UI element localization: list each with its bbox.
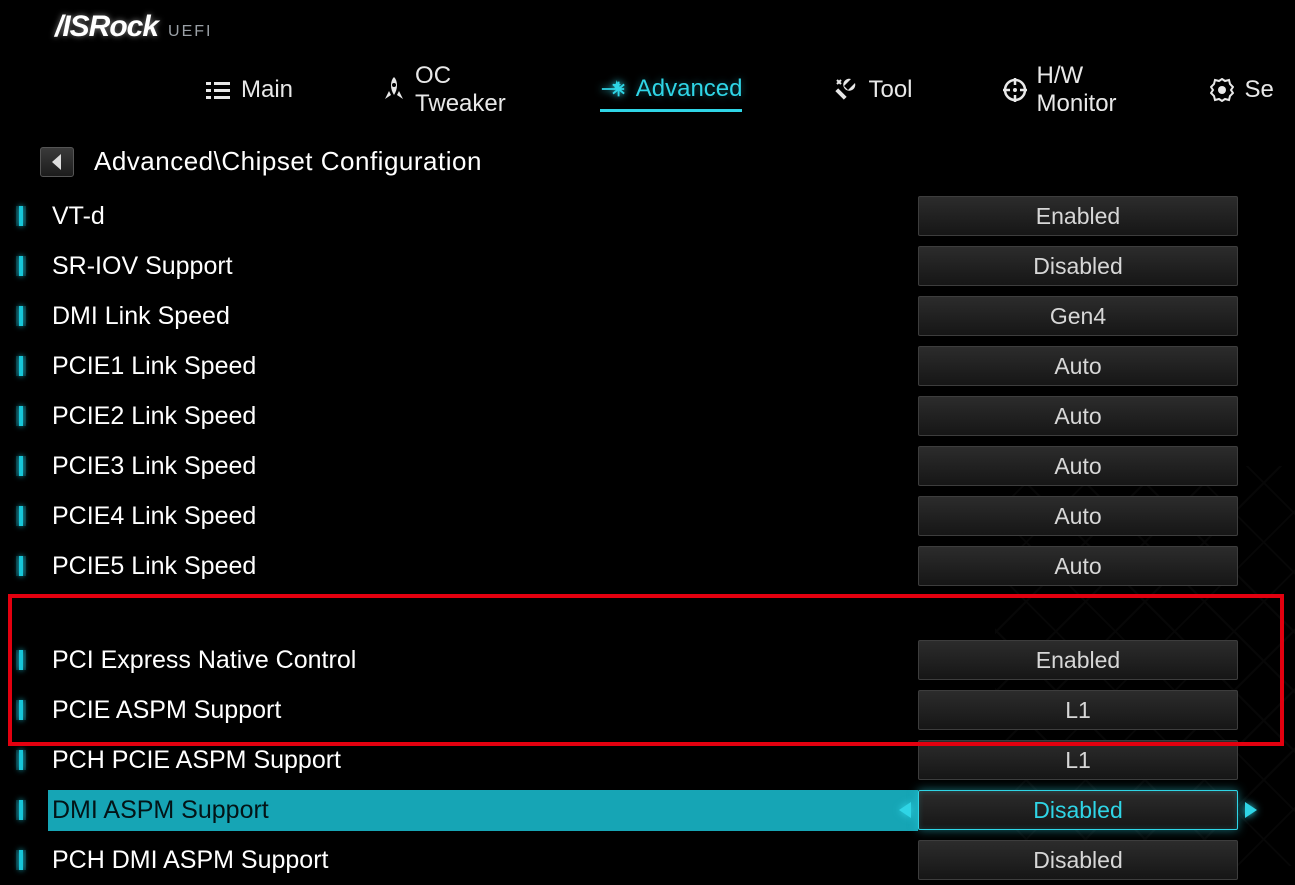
tab-label: Se (1245, 76, 1274, 104)
setting-value-selector[interactable]: Auto (918, 496, 1238, 536)
row-marker-icon (16, 556, 26, 576)
row-marker-icon (16, 650, 26, 670)
setting-row: PCIE2 Link Speed Auto (10, 391, 1295, 441)
setting-label[interactable]: PCIE3 Link Speed (48, 446, 918, 487)
setting-label[interactable]: PCIE ASPM Support (48, 690, 918, 731)
row-marker-icon (16, 206, 26, 226)
row-marker-icon (16, 506, 26, 526)
settings-group-1: VT-d Enabled SR-IOV Support Disabled DMI… (0, 189, 1295, 591)
row-marker-icon (16, 850, 26, 870)
setting-value-selector[interactable]: L1 (918, 690, 1238, 730)
tab-bar: MainOC TweakerAdvancedToolH/W MonitorSe (55, 44, 1255, 124)
setting-row: DMI ASPM Support Disabled (10, 785, 1295, 835)
breadcrumb-text: Advanced\Chipset Configuration (94, 146, 482, 177)
rocket-icon (383, 77, 405, 103)
tab-tool[interactable]: Tool (832, 76, 912, 110)
setting-value-selector[interactable]: Disabled (918, 840, 1238, 880)
brand-subtitle: UEFI (168, 23, 212, 41)
back-button[interactable] (40, 147, 74, 177)
setting-label[interactable]: PCIE5 Link Speed (48, 546, 918, 587)
setting-label[interactable]: SR-IOV Support (48, 246, 918, 287)
setting-value-selector[interactable]: L1 (918, 740, 1238, 780)
list-icon (205, 77, 231, 103)
brand-logo: /ISRock (55, 10, 158, 44)
tab-main[interactable]: Main (205, 76, 293, 110)
setting-row: PCIE ASPM Support L1 (10, 685, 1295, 735)
setting-row: PCIE5 Link Speed Auto (10, 541, 1295, 591)
row-marker-icon (16, 356, 26, 376)
setting-row: SR-IOV Support Disabled (10, 241, 1295, 291)
settings-group-2: PCI Express Native Control Enabled PCIE … (0, 633, 1295, 885)
setting-label[interactable]: VT-d (48, 196, 918, 237)
section-gap (10, 593, 1295, 633)
row-marker-icon (16, 800, 26, 820)
breadcrumb-bar: Advanced\Chipset Configuration (0, 124, 1295, 189)
tab-advanced[interactable]: Advanced (600, 75, 743, 112)
badge-icon (1209, 77, 1235, 103)
row-marker-icon (16, 456, 26, 476)
setting-value-selector[interactable]: Enabled (918, 196, 1238, 236)
row-marker-icon (16, 750, 26, 770)
setting-row: DMI Link Speed Gen4 (10, 291, 1295, 341)
header: /ISRock UEFI Main OC Tweaker Advanced Tool H… (0, 0, 1295, 124)
setting-label[interactable]: PCIE2 Link Speed (48, 396, 918, 437)
setting-label[interactable]: PCIE4 Link Speed (48, 496, 918, 537)
star-icon (600, 76, 626, 102)
tab-h-w-monitor[interactable]: H/W Monitor (1003, 62, 1119, 124)
setting-row: PCIE1 Link Speed Auto (10, 341, 1295, 391)
target-icon (1003, 77, 1027, 103)
setting-value-selector[interactable]: Enabled (918, 640, 1238, 680)
setting-label[interactable]: DMI Link Speed (48, 296, 918, 337)
setting-row: PCI Express Native Control Enabled (10, 635, 1295, 685)
row-marker-icon (16, 700, 26, 720)
setting-label[interactable]: PCH DMI ASPM Support (48, 840, 918, 881)
brand: /ISRock UEFI (55, 10, 1255, 44)
setting-row: PCIE3 Link Speed Auto (10, 441, 1295, 491)
setting-value-selector[interactable]: Auto (918, 396, 1238, 436)
setting-label[interactable]: PCIE1 Link Speed (48, 346, 918, 387)
wrench-icon (832, 77, 858, 103)
row-marker-icon (16, 306, 26, 326)
tab-label: Advanced (636, 75, 743, 103)
setting-label[interactable]: PCI Express Native Control (48, 640, 918, 681)
setting-value-selector[interactable]: Disabled (918, 246, 1238, 286)
setting-row: PCIE4 Link Speed Auto (10, 491, 1295, 541)
setting-value-selector[interactable]: Auto (918, 346, 1238, 386)
setting-row: PCH DMI ASPM Support Disabled (10, 835, 1295, 885)
setting-label[interactable]: DMI ASPM Support (48, 790, 918, 831)
row-marker-icon (16, 406, 26, 426)
tab-label: Tool (868, 76, 912, 104)
setting-label[interactable]: PCH PCIE ASPM Support (48, 740, 918, 781)
tab-label: OC Tweaker (415, 62, 510, 118)
setting-value-selector[interactable]: Gen4 (918, 296, 1238, 336)
tab-oc-tweaker[interactable]: OC Tweaker (383, 62, 510, 124)
setting-row: VT-d Enabled (10, 191, 1295, 241)
tab-se[interactable]: Se (1209, 76, 1274, 110)
setting-value-selector[interactable]: Disabled (918, 790, 1238, 830)
setting-value-selector[interactable]: Auto (918, 446, 1238, 486)
tab-label: H/W Monitor (1037, 62, 1119, 118)
row-marker-icon (16, 256, 26, 276)
tab-label: Main (241, 76, 293, 104)
setting-row: PCH PCIE ASPM Support L1 (10, 735, 1295, 785)
setting-value-selector[interactable]: Auto (918, 546, 1238, 586)
